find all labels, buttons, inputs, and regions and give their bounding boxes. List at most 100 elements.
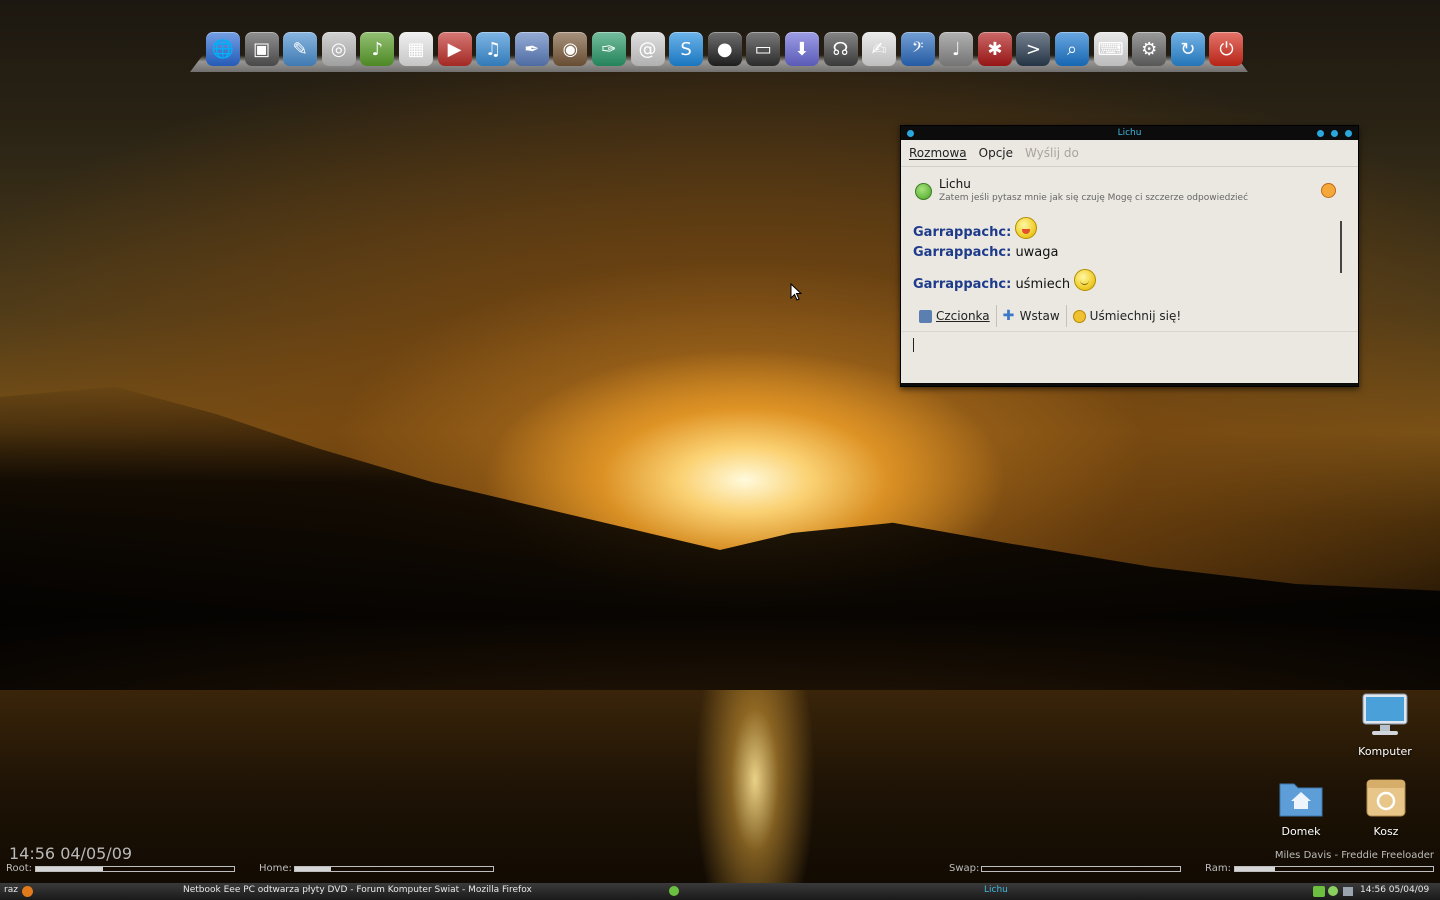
conky-root-label: Root: [6, 863, 33, 874]
format-toolbar: Czcionka ✚ Wstaw Uśmiechnij się! [901, 301, 1358, 331]
conky-datetime: 14:56 04/05/09 [9, 844, 133, 863]
online-status-icon [915, 183, 932, 200]
font-button-label: Czcionka [936, 309, 990, 323]
contact-avatar-icon[interactable] [1321, 183, 1336, 198]
home-folder-icon [1279, 783, 1323, 817]
chat-message: Garrappachc: [913, 217, 1038, 240]
cd-burner-icon[interactable]: ◎ [321, 32, 356, 66]
conky-ram-label: Ram: [1205, 863, 1231, 874]
minimize-icon[interactable] [1317, 130, 1324, 137]
webcam-icon[interactable]: ● [707, 32, 742, 66]
wallpaper-water [0, 690, 1440, 885]
root-usage-bar [35, 866, 235, 872]
notes-icon[interactable]: ✍ [862, 32, 897, 66]
contact-header: Lichu Zatem jeśli pytasz mnie jak się cz… [901, 167, 1358, 211]
display-tray-icon[interactable] [1343, 887, 1353, 896]
message-input[interactable] [901, 331, 1358, 378]
terminal-icon[interactable]: > [1016, 32, 1051, 66]
message-text: uśmiech [1015, 277, 1071, 292]
window-bottom-border [901, 383, 1358, 386]
power-icon[interactable]: ⏻ [1209, 32, 1244, 66]
swap-usage-bar [981, 866, 1181, 872]
maximize-icon[interactable] [1331, 130, 1338, 137]
contact-status-message: Zatem jeśli pytasz mnie jak się czuję Mo… [939, 193, 1249, 203]
message-text: uwaga [1015, 245, 1059, 260]
menu-rozmowa[interactable]: Rozmowa [909, 146, 967, 160]
email-icon[interactable]: @ [630, 32, 665, 66]
terminal-flag-icon[interactable]: ✱ [977, 32, 1012, 66]
insert-button-label: Wstaw [1019, 309, 1060, 323]
desktop-icon-label: Domek [1281, 825, 1321, 838]
image-editor-icon[interactable]: ✎ [283, 32, 318, 66]
display-settings-icon[interactable]: ▣ [244, 32, 279, 66]
workspace-name[interactable]: raz [4, 885, 18, 895]
firefox-icon[interactable] [22, 886, 33, 897]
microphone-icon[interactable]: ♩ [939, 32, 974, 66]
conky-swap-label: Swap: [949, 863, 980, 874]
now-playing: Miles Davis - Freddie Freeloader [1274, 850, 1434, 861]
keyboard-icon[interactable]: ⌨ [1093, 32, 1128, 66]
menubar: Rozmowa Opcje Wyślij do [901, 140, 1358, 167]
messenger-tray-icon[interactable] [1328, 886, 1338, 896]
web-browser-icon[interactable]: 🌐 [206, 32, 240, 66]
smile-button-label: Uśmiechnij się! [1089, 309, 1182, 323]
skype-icon[interactable]: S [669, 32, 704, 66]
font-icon [919, 309, 932, 323]
menu-wyslij-do[interactable]: Wyślij do [1025, 146, 1079, 160]
task-chat[interactable]: Lichu [984, 885, 1008, 895]
insert-button[interactable]: ✚ Wstaw [997, 307, 1066, 324]
message-sender: Garrappachc: [913, 225, 1012, 240]
tape-player-icon[interactable]: ▭ [746, 32, 781, 66]
settings-gear-icon[interactable]: ⚙ [1132, 32, 1167, 66]
desktop-icon-home[interactable]: Domek [1272, 778, 1330, 838]
message-sender: Garrappachc: [913, 277, 1012, 292]
menu-opcje[interactable]: Opcje [979, 146, 1013, 160]
audio-bass-icon[interactable]: 𝄢 [900, 32, 935, 66]
application-dock: 🌐 ▣ ✎ ◎ ♪ ▦ ▶ ♫ ✒ ◉ ✑ @ S ● ▭ ⬇ ☊ ✍ 𝄢 ♩ ✱ > ⌕ ⌨ ⚙ ↻ ⏻ [206, 32, 1244, 66]
smile-emoticon-icon [1074, 269, 1097, 291]
ram-usage-bar [1234, 866, 1434, 872]
window-title: Lichu [1117, 128, 1142, 138]
contact-name: Lichu [939, 177, 971, 191]
download-icon[interactable]: ⬇ [784, 32, 819, 66]
home-usage-bar [294, 866, 494, 872]
photo-camera-icon[interactable]: ◉ [553, 32, 588, 66]
task-firefox[interactable]: Netbook Eee PC odtwarza płyty DVD - Foru… [183, 885, 532, 895]
computer-monitor-icon [1362, 693, 1408, 735]
chat-message: Garrappachc: uśmiech [913, 269, 1097, 292]
video-app-icon[interactable]: ▶ [437, 32, 472, 66]
refresh-icon[interactable]: ↻ [1170, 32, 1205, 66]
panel-clock[interactable]: 14:56 05/04/09 [1360, 885, 1429, 895]
chat-window[interactable]: Lichu Rozmowa Opcje Wyślij do Lichu Zate… [900, 125, 1359, 387]
close-icon[interactable] [1345, 130, 1352, 137]
feather-writer-icon[interactable]: ✒ [514, 32, 549, 66]
headphones-icon[interactable]: ☊ [823, 32, 858, 66]
tongue-emoticon-icon [1015, 217, 1038, 239]
text-caret [913, 338, 914, 352]
desktop-icon-computer[interactable]: Komputer [1352, 692, 1418, 758]
desktop-icon-label: Komputer [1358, 745, 1412, 758]
wallpaper-treeline [0, 386, 1440, 720]
font-button[interactable]: Czcionka [913, 309, 996, 323]
desktop-icon-trash[interactable]: Kosz [1360, 776, 1412, 838]
calendar-icon[interactable]: ▦ [398, 32, 433, 66]
message-scrollbar[interactable] [1340, 221, 1342, 273]
trash-recycle-icon [1366, 779, 1406, 817]
search-icon[interactable]: ⌕ [1055, 32, 1090, 66]
desktop-icon-label: Kosz [1373, 825, 1399, 838]
message-sender: Garrappachc: [913, 245, 1012, 260]
chat-message: Garrappachc: uwaga [913, 245, 1059, 260]
network-tray-icon[interactable] [1313, 886, 1325, 897]
emoticon-icon [1072, 309, 1086, 323]
itunes-icon[interactable]: ♫ [476, 32, 511, 66]
taskbar-panel: raz Netbook Eee PC odtwarza płyty DVD - … [0, 883, 1440, 900]
plus-icon: ✚ [1002, 307, 1015, 324]
mouse-cursor-icon [790, 283, 802, 301]
online-status-tray-icon[interactable] [669, 886, 679, 896]
smile-button[interactable]: Uśmiechnij się! [1067, 309, 1188, 323]
music-editor-icon[interactable]: ♪ [360, 32, 395, 66]
message-history[interactable]: Garrappachc: Garrappachc: uwaga Garrappa… [901, 211, 1358, 301]
scan-pen-icon[interactable]: ✑ [591, 32, 626, 66]
window-titlebar[interactable]: Lichu [901, 126, 1358, 140]
conky-home-label: Home: [259, 863, 292, 874]
